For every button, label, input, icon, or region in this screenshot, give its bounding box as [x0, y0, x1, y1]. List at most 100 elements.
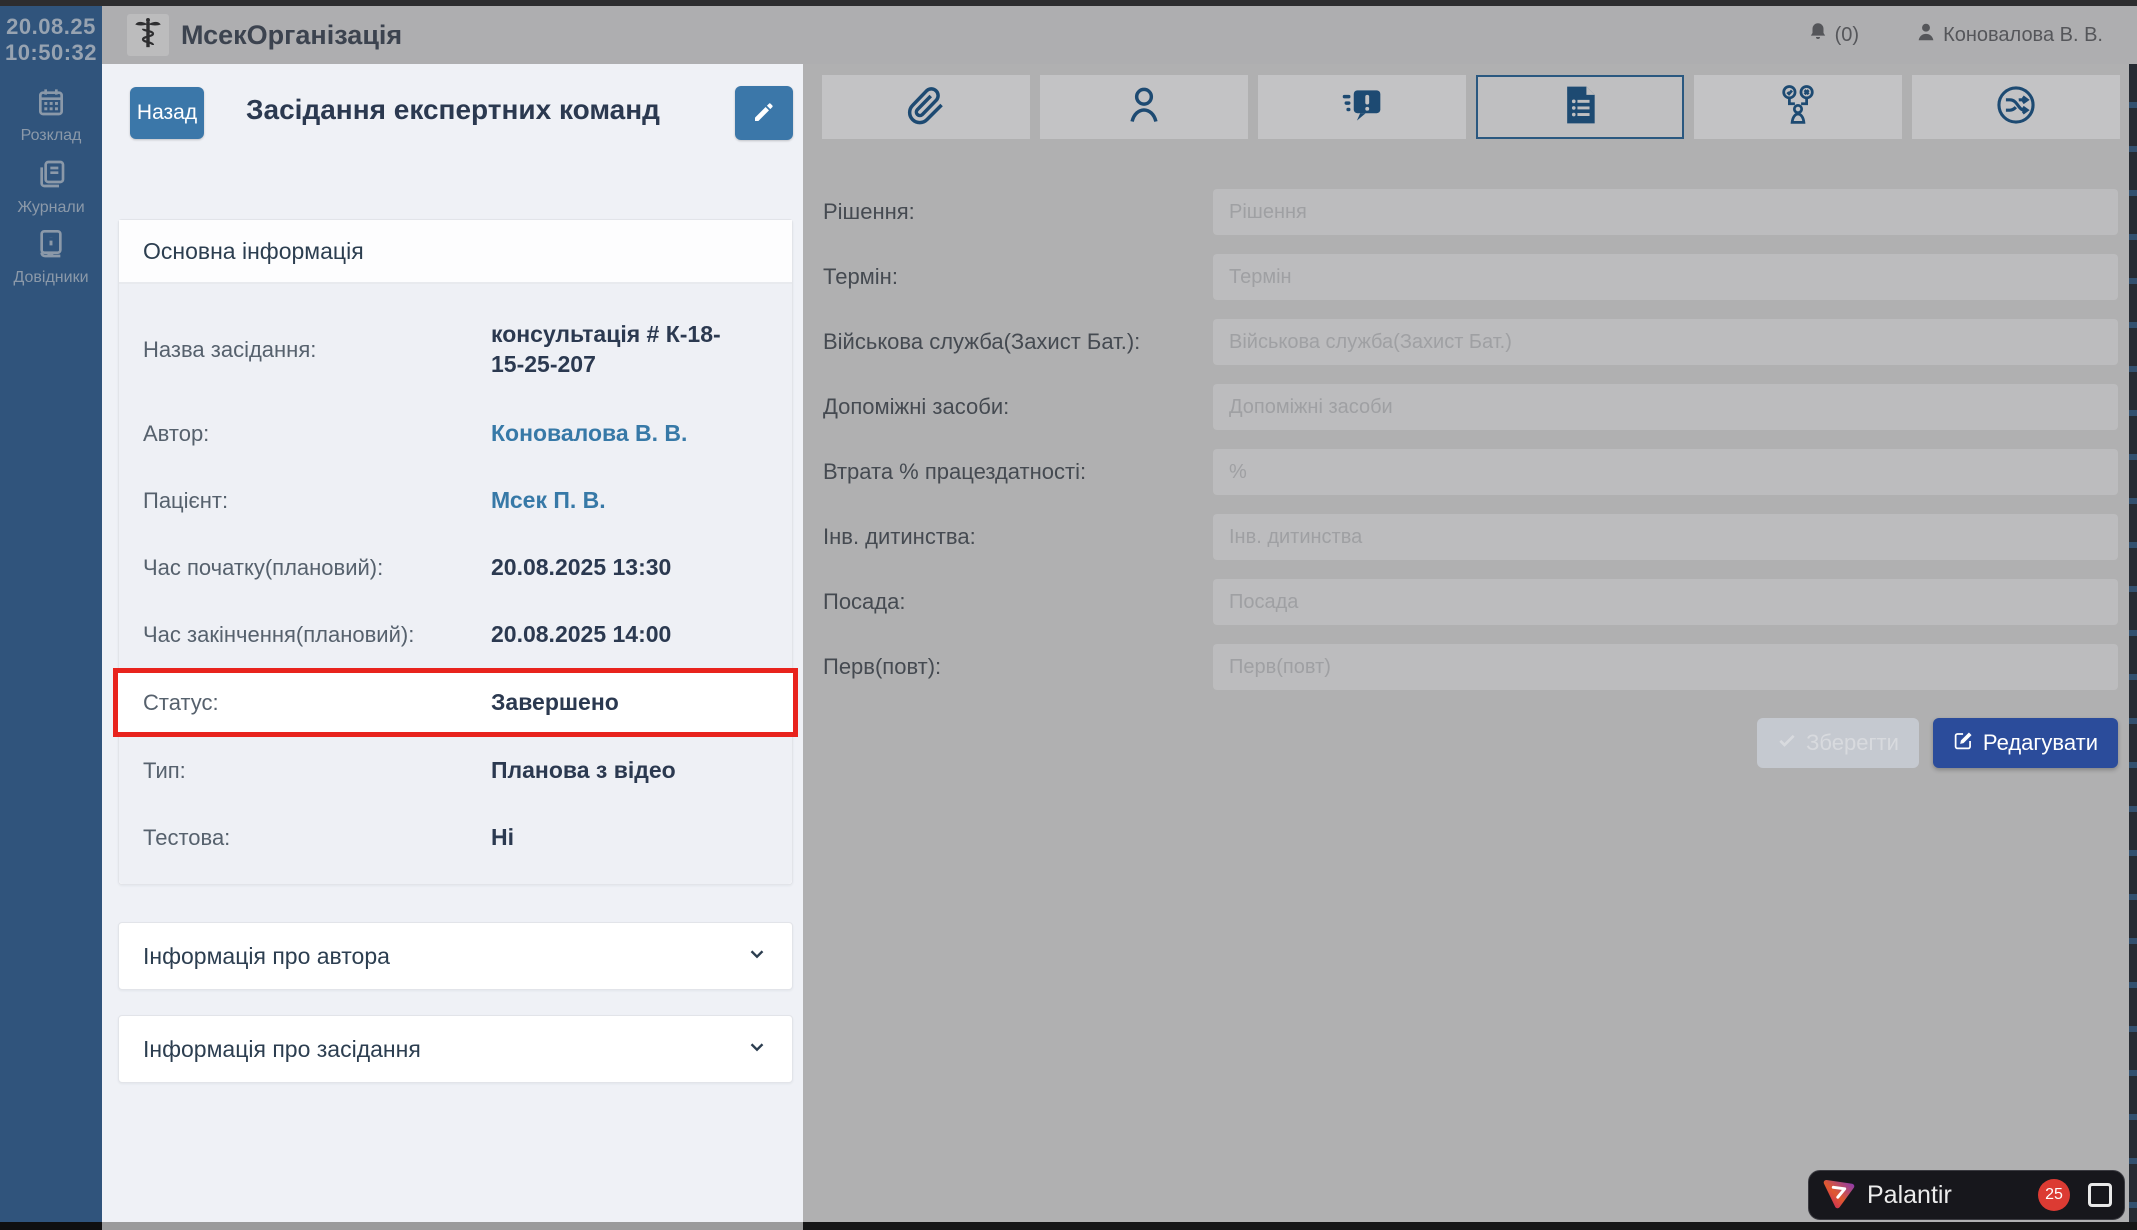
tab-bar [822, 75, 2120, 139]
app-logo [127, 14, 169, 56]
status-value: Завершено [491, 688, 768, 718]
user-menu[interactable]: Коновалова В. В. [1915, 21, 2103, 49]
aids-input[interactable] [1213, 384, 2118, 430]
top-header: МсекОрганізація (0) [102, 6, 2137, 64]
info-row-type: Тип: Планова з відео [119, 737, 792, 804]
tab-decision-active[interactable] [1476, 75, 1684, 139]
sidebar-item-label: Розклад [21, 127, 82, 145]
window-bottom-edge [803, 1222, 2137, 1230]
tab-approval[interactable] [1694, 75, 1902, 139]
sidebar-item-directories[interactable]: Довідники [0, 228, 102, 287]
save-button[interactable]: Зберегти [1757, 718, 1919, 768]
window-restore-icon[interactable] [2088, 1183, 2112, 1207]
info-row-patient: Пацієнт: Мсек П. В. [119, 467, 792, 534]
row-value: 20.08.2025 14:00 [491, 620, 768, 650]
tab-attachments[interactable] [822, 75, 1030, 139]
form-actions: Зберегти Редагувати [803, 718, 2118, 768]
header-right: (0) Коновалова В. В. [1807, 21, 2103, 49]
caduceus-icon [131, 16, 165, 55]
row-value: 20.08.2025 13:30 [491, 553, 768, 583]
field-label: Допоміжні засоби: [823, 394, 1213, 420]
scrollbar[interactable] [2129, 64, 2137, 1222]
form-row-term: Термін: [823, 254, 2137, 300]
info-row-end-time: Час закінчення(плановий): 20.08.2025 14:… [119, 601, 792, 668]
main-card-title: Основна інформація [119, 220, 792, 284]
sidebar-item-label: Журнали [17, 199, 84, 217]
edit-square-icon [1953, 730, 1974, 757]
section-title: Інформація про автора [143, 943, 390, 970]
row-value: консультація # К-18-15-25-207 [491, 320, 751, 380]
chevron-down-icon [746, 943, 768, 970]
row-label: Статус: [143, 690, 491, 716]
bell-icon [1807, 21, 1829, 49]
palantir-badge: 25 [2038, 1179, 2070, 1211]
section-meeting-info[interactable]: Інформація про засідання [118, 1015, 793, 1083]
sidebar-item-journals[interactable]: Журнали [0, 158, 102, 217]
patient-link[interactable]: Мсек П. В. [491, 486, 768, 516]
comments-icon [1340, 83, 1384, 132]
info-row-status-highlighted: Статус: Завершено [113, 668, 798, 737]
tab-transfer[interactable] [1912, 75, 2120, 139]
tab-patient[interactable] [1040, 75, 1248, 139]
edit-meeting-button[interactable] [735, 86, 793, 140]
field-label: Інв. дитинства: [823, 524, 1213, 550]
sidebar-clock: 20.08.25 10:50:32 [0, 14, 102, 66]
app-window: 20.08.25 10:50:32 Розклад [0, 0, 2137, 1230]
chevron-down-icon [746, 1036, 768, 1063]
field-label: Термін: [823, 264, 1213, 290]
form-row-capacity-loss: Втрата % працездатності: [823, 449, 2137, 495]
left-panel: Назад Засідання експертних команд Основн… [102, 64, 803, 1222]
document-list-icon [1558, 83, 1602, 132]
row-label: Час закінчення(плановий): [143, 622, 491, 648]
sidebar-item-schedule[interactable]: Розклад [0, 86, 102, 145]
row-value: Планова з відео [491, 756, 768, 786]
info-row-author: Автор: Коновалова В. В. [119, 400, 792, 467]
decision-form: Рішення: Термін: Військова служба(Захист… [823, 189, 2137, 709]
palantir-logo-icon [1821, 1175, 1857, 1216]
reference-book-icon [35, 228, 67, 265]
info-row-meeting-name: Назва засідання: консультація # К-18-15-… [119, 300, 792, 400]
journals-icon [35, 158, 67, 195]
paperclip-icon [904, 83, 948, 132]
palantir-brand: Palantir [1867, 1181, 1952, 1210]
form-row-primary-repeat: Перв(повт): [823, 644, 2137, 690]
window-bottom-edge [102, 1222, 803, 1230]
term-input[interactable] [1213, 254, 2118, 300]
user-name: Коновалова В. В. [1943, 24, 2103, 47]
row-label: Пацієнт: [143, 488, 491, 514]
app-title: МсекОрганізація [181, 20, 402, 51]
clock-date: 20.08.25 [0, 14, 102, 40]
field-label: Військова служба(Захист Бат.): [823, 329, 1213, 355]
back-button[interactable]: Назад [130, 87, 204, 139]
childhood-disability-input[interactable] [1213, 514, 2118, 560]
author-link[interactable]: Коновалова В. В. [491, 419, 768, 449]
military-service-input[interactable] [1213, 319, 2118, 365]
clock-time: 10:50:32 [0, 40, 102, 66]
main-info-card: Основна інформація Назва засідання: конс… [118, 219, 793, 885]
form-row-decision: Рішення: [823, 189, 2137, 235]
decision-input[interactable] [1213, 189, 2118, 235]
details-panel: Рішення: Термін: Військова служба(Захист… [803, 64, 2129, 1222]
edit-button[interactable]: Редагувати [1933, 718, 2118, 768]
field-label: Рішення: [823, 199, 1213, 225]
row-label: Тестова: [143, 825, 491, 851]
palantir-widget[interactable]: Palantir 25 [1808, 1170, 2125, 1220]
position-input[interactable] [1213, 579, 2118, 625]
capacity-loss-input[interactable] [1213, 449, 2118, 495]
row-label: Час початку(плановий): [143, 555, 491, 581]
person-icon [1122, 83, 1166, 132]
section-title: Інформація про засідання [143, 1036, 421, 1063]
section-author-info[interactable]: Інформація про автора [118, 922, 793, 990]
decision-icon [1776, 83, 1820, 132]
edit-button-label: Редагувати [1983, 730, 2098, 756]
row-label: Назва засідання: [143, 337, 491, 363]
pencil-icon [752, 100, 776, 127]
calendar-icon [35, 86, 67, 123]
primary-repeat-input[interactable] [1213, 644, 2118, 690]
field-label: Перв(повт): [823, 654, 1213, 680]
tab-comments[interactable] [1258, 75, 1466, 139]
notifications-button[interactable]: (0) [1807, 21, 1859, 49]
form-row-military-service: Військова служба(Захист Бат.): [823, 319, 2137, 365]
main-card-body: Назва засідання: консультація # К-18-15-… [119, 284, 792, 884]
field-label: Посада: [823, 589, 1213, 615]
